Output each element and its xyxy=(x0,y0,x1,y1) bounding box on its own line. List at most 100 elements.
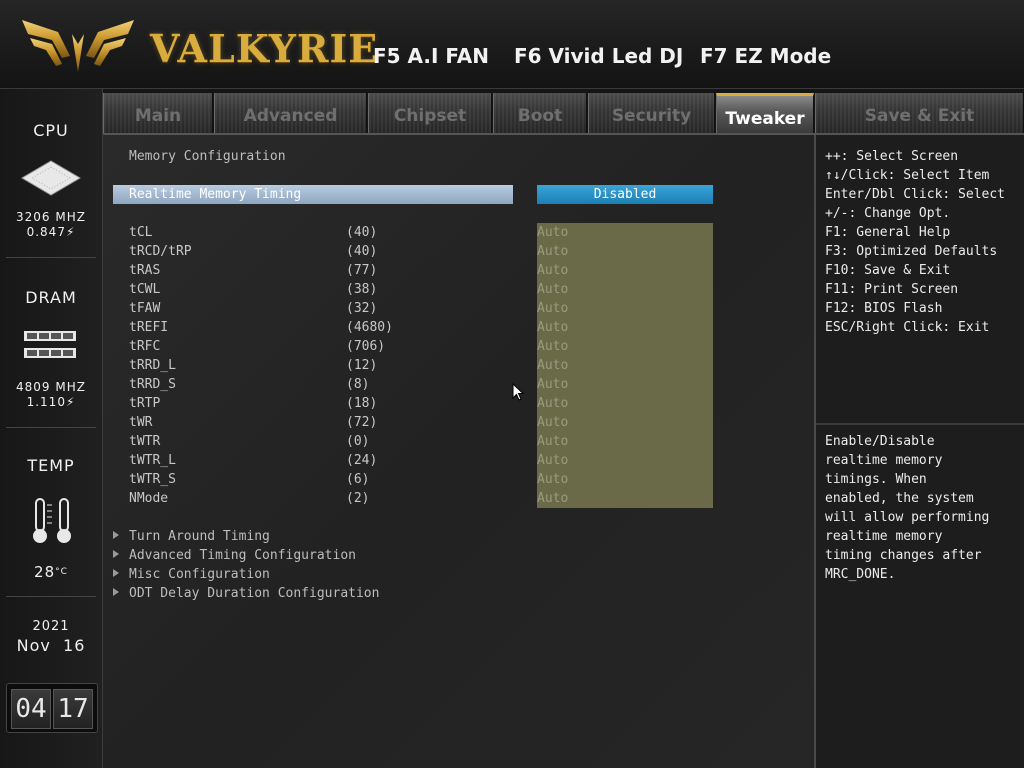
timing-name: tCL xyxy=(129,225,153,240)
clock-minute: 17 xyxy=(53,689,93,729)
ez-mode-hotkey[interactable]: F7 EZ Mode xyxy=(700,44,831,68)
date-day: Nov 16 xyxy=(16,636,86,655)
timing-name: tFAW xyxy=(129,301,161,316)
chevron-right-icon xyxy=(113,569,119,577)
mouse-cursor-icon xyxy=(512,383,524,401)
tab-bar: Main Advanced Chipset Boot Security Twea… xyxy=(103,89,1024,135)
sidebar-divider xyxy=(6,596,96,597)
help-key-line: F12: BIOS Flash xyxy=(825,301,943,316)
page-title: Memory Configuration xyxy=(129,149,286,164)
tab-boot[interactable]: Boot xyxy=(493,93,587,133)
timing-setting[interactable]: Auto xyxy=(537,356,568,375)
realtime-memory-timing-value[interactable]: Disabled xyxy=(537,185,713,204)
timing-current-value: (72) xyxy=(346,415,378,430)
dram-frequency: 4809 MHZ xyxy=(16,380,86,394)
timing-setting[interactable]: Auto xyxy=(537,375,568,394)
realtime-memory-timing-row[interactable]: Realtime Memory Timing xyxy=(113,185,513,204)
description-line: Enable/Disable xyxy=(825,434,935,449)
submenu-turn-around-timing[interactable]: Turn Around Timing xyxy=(113,527,270,546)
tab-save-exit[interactable]: Save & Exit xyxy=(815,93,1024,133)
help-key-line: ++: Select Screen xyxy=(825,149,959,164)
clock-hour: 04 xyxy=(11,689,51,729)
submenu-odt-delay-duration-configuration[interactable]: ODT Delay Duration Configuration xyxy=(113,584,379,603)
chevron-right-icon xyxy=(113,531,119,539)
degree-celsius-icon: °C xyxy=(55,567,68,577)
timing-name: tWTR_S xyxy=(129,472,176,487)
timing-current-value: (77) xyxy=(346,263,378,278)
vivid-led-dj-hotkey[interactable]: F6 Vivid Led DJ xyxy=(514,44,683,68)
help-divider xyxy=(816,423,1024,425)
description-line: MRC_DONE. xyxy=(825,567,896,582)
settings-panel: Memory Configuration Realtime Memory Tim… xyxy=(103,135,814,768)
digital-clock: 04 17 xyxy=(6,683,98,733)
timing-setting[interactable]: Auto xyxy=(537,451,568,470)
timing-setting[interactable]: Auto xyxy=(537,489,568,508)
tab-chipset[interactable]: Chipset xyxy=(368,93,492,133)
submenu-advanced-timing-configuration[interactable]: Advanced Timing Configuration xyxy=(113,546,356,565)
description-line: realtime memory xyxy=(825,453,943,468)
timing-current-value: (706) xyxy=(346,339,386,354)
lightning-icon: ⚡ xyxy=(65,395,76,409)
dram-module-icon xyxy=(24,331,76,358)
timing-current-value: (32) xyxy=(346,301,378,316)
help-key-line: ESC/Right Click: Exit xyxy=(825,320,990,335)
timing-name: tWR xyxy=(129,415,153,430)
timing-setting[interactable]: Auto xyxy=(537,413,568,432)
timing-setting[interactable]: Auto xyxy=(537,280,568,299)
timing-setting[interactable]: Auto xyxy=(537,299,568,318)
setting-label: Realtime Memory Timing xyxy=(129,187,302,202)
timing-name: tRAS xyxy=(129,263,161,278)
timing-name: tCWL xyxy=(129,282,161,297)
description-line: timing changes after xyxy=(825,548,982,563)
cpu-voltage: 0.847 xyxy=(26,225,66,239)
timing-name: tRRD_S xyxy=(129,377,176,392)
timing-setting[interactable]: Auto xyxy=(537,394,568,413)
help-panel: ++: Select Screen ↑↓/Click: Select Item En… xyxy=(816,135,1024,768)
timing-setting[interactable]: Auto xyxy=(537,242,568,261)
timing-current-value: (12) xyxy=(346,358,378,373)
help-key-line: F3: Optimized Defaults xyxy=(825,244,998,259)
top-header: VALKYRIE F5 A.I FAN F6 Vivid Led DJ F7 E… xyxy=(0,0,1024,89)
help-key-line: F1: General Help xyxy=(825,225,951,240)
timing-name: tRCD/tRP xyxy=(129,244,192,259)
help-key-line: ↑↓/Click: Select Item xyxy=(825,168,990,183)
timing-setting[interactable]: Auto xyxy=(537,261,568,280)
temp-title: TEMP xyxy=(27,456,75,475)
timing-setting[interactable]: Auto xyxy=(537,432,568,451)
description-line: timings. When xyxy=(825,472,927,487)
cpu-chip-icon xyxy=(21,160,81,196)
timing-current-value: (18) xyxy=(346,396,378,411)
timing-current-value: (8) xyxy=(346,377,370,392)
timing-name: tWTR xyxy=(129,434,161,449)
timing-name: tREFI xyxy=(129,320,169,335)
chevron-right-icon xyxy=(113,588,119,596)
help-key-line: Enter/Dbl Click: Select xyxy=(825,187,1006,202)
timing-current-value: (38) xyxy=(346,282,378,297)
description-line: will allow performing xyxy=(825,510,990,525)
tab-advanced[interactable]: Advanced xyxy=(214,93,367,133)
timing-current-value: (6) xyxy=(346,472,370,487)
submenu-label: Turn Around Timing xyxy=(129,529,270,544)
brand-name: VALKYRIE xyxy=(150,26,379,71)
submenu-misc-configuration[interactable]: Misc Configuration xyxy=(113,565,270,584)
timing-name: NMode xyxy=(129,491,169,506)
temperature-value: 28 xyxy=(34,563,56,581)
dram-voltage: 1.110 xyxy=(26,395,66,409)
tab-security[interactable]: Security xyxy=(588,93,715,133)
timing-current-value: (40) xyxy=(346,225,378,240)
timing-setting[interactable]: Auto xyxy=(537,470,568,489)
cpu-frequency: 3206 MHZ xyxy=(16,210,86,224)
timing-current-value: (24) xyxy=(346,453,378,468)
submenu-label: Misc Configuration xyxy=(129,567,270,582)
timing-setting[interactable]: Auto xyxy=(537,318,568,337)
timing-setting[interactable]: Auto xyxy=(537,337,568,356)
help-key-line: F11: Print Screen xyxy=(825,282,959,297)
timing-name: tRTP xyxy=(129,396,161,411)
ai-fan-hotkey[interactable]: F5 A.I FAN xyxy=(373,44,489,68)
timing-setting[interactable]: Auto xyxy=(537,223,568,242)
tab-main[interactable]: Main xyxy=(103,93,213,133)
help-key-line: F10: Save & Exit xyxy=(825,263,951,278)
tab-tweaker[interactable]: Tweaker xyxy=(716,93,814,133)
description-line: enabled, the system xyxy=(825,491,974,506)
timing-name: tRFC xyxy=(129,339,161,354)
